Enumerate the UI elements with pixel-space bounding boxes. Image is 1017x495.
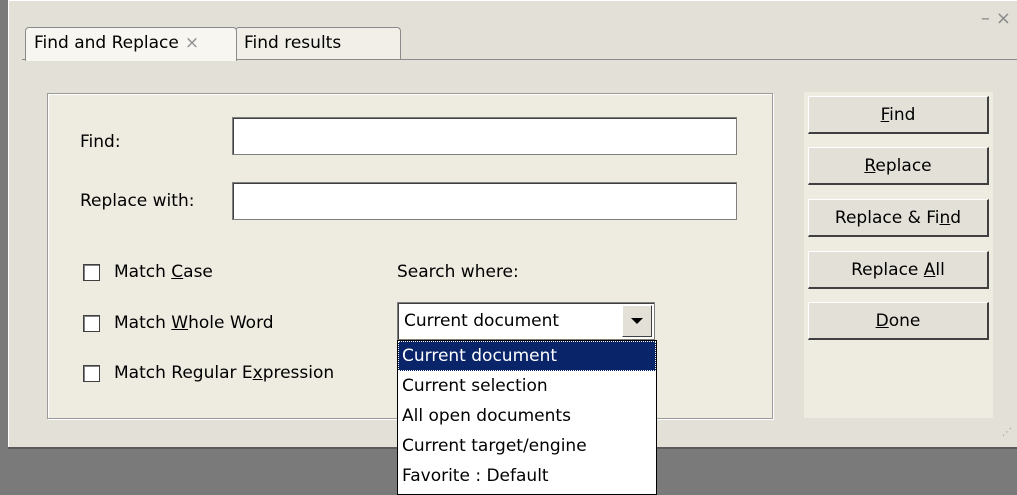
dropdown-option[interactable]: All open documents [398, 401, 656, 431]
search-where-label: Search where: [397, 262, 519, 282]
resize-grip-icon[interactable]: ⋰ [1002, 428, 1014, 444]
tab-close-icon[interactable]: × [185, 33, 199, 53]
tab-label: Find results [244, 33, 342, 53]
dropdown-option[interactable]: Favorite : Default [398, 461, 656, 491]
search-where-select[interactable]: Current document [397, 302, 655, 340]
replace-input[interactable] [232, 182, 737, 220]
match-case-label: Match Case [114, 262, 213, 282]
search-where-value: Current document [404, 311, 560, 331]
match-regex-option[interactable]: Match Regular Expression [83, 363, 334, 383]
match-whole-word-checkbox[interactable] [83, 314, 100, 332]
window-controls: –× [981, 8, 1017, 29]
find-button[interactable]: Find [808, 96, 989, 134]
tab-find-results[interactable]: Find results [235, 27, 401, 59]
replace-and-find-button[interactable]: Replace & Find [808, 199, 989, 237]
minimize-icon[interactable]: – [981, 8, 996, 29]
match-case-option[interactable]: Match Case [83, 262, 213, 282]
tab-find-and-replace[interactable]: Find and Replace × [25, 27, 237, 61]
dropdown-option[interactable]: Current target/engine [398, 431, 656, 461]
tab-label: Find and Replace [34, 33, 179, 53]
dropdown-option[interactable]: Current document [398, 341, 656, 371]
match-regex-checkbox[interactable] [83, 364, 100, 382]
find-label: Find: [80, 132, 121, 152]
match-case-checkbox[interactable] [83, 263, 100, 281]
match-whole-word-option[interactable]: Match Whole Word [83, 313, 274, 333]
find-input[interactable] [232, 117, 737, 155]
match-whole-word-label: Match Whole Word [114, 313, 274, 333]
dropdown-button[interactable] [622, 305, 652, 337]
dropdown-option[interactable]: Current selection [398, 371, 656, 401]
close-icon[interactable]: × [996, 8, 1017, 29]
replace-with-label: Replace with: [80, 191, 195, 211]
search-where-dropdown: Current document Current selection All o… [397, 340, 657, 495]
replace-all-button[interactable]: Replace All [808, 251, 989, 289]
chevron-down-icon [631, 318, 643, 324]
done-button[interactable]: Done [808, 302, 989, 340]
match-regex-label: Match Regular Expression [114, 363, 335, 383]
replace-button[interactable]: Replace [808, 147, 989, 185]
